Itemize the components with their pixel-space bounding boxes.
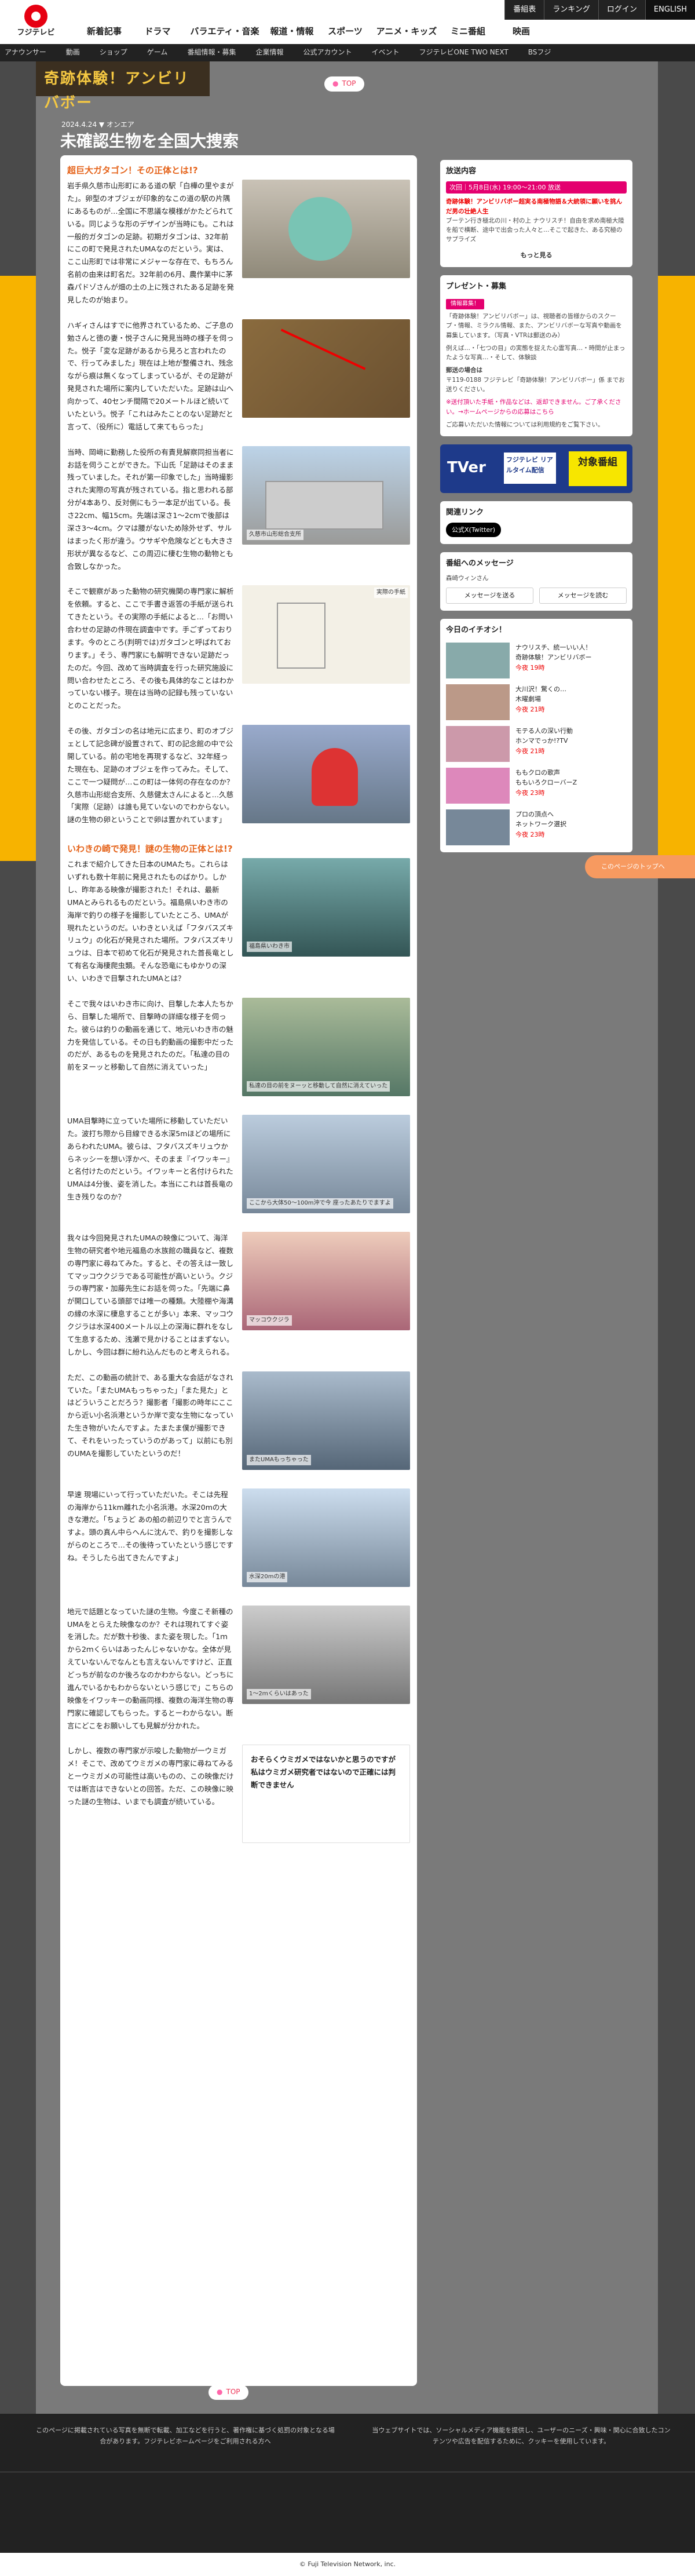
- footer-notice-right: 当ウェブサイトでは、ソーシャルメディア機能を提供し、ユーザーのニーズ・興味・関心…: [372, 2427, 671, 2445]
- article-photo: 私達の目の前をヌーッと移動して自然に消えていった: [242, 997, 410, 1096]
- subnav-item[interactable]: BSフジ: [528, 47, 551, 58]
- next-title[interactable]: 奇跡体験！アンビリバボー超実る南極物語＆大統領に願いを挑んだ男の壮絶人生: [446, 197, 627, 216]
- main-nav: 新着記事 ドラマ バラエティ・音楽 報道・情報 スポーツ アニメ・キッズ ミニ番…: [78, 24, 548, 38]
- today-pick-card: 今日のイチオシ！ ナウリスチ、統一いい人！ 奇跡体験！アンビリバボー 今夜 19時 …: [440, 619, 632, 852]
- read-message-button[interactable]: メッセージを読む: [539, 588, 627, 604]
- copyright: © Fuji Television Network, inc.: [0, 2553, 695, 2576]
- article-section: おそらくウミガメではないかと思うのですが 私はウミガメ研究者ではないので正確には…: [67, 1745, 410, 1849]
- top-link[interactable]: ● TOP: [324, 76, 364, 92]
- nav-item[interactable]: スポーツ: [319, 24, 372, 38]
- next-onair-badge: 次回｜5月8日(水) 19:00〜21:00 放送: [446, 181, 627, 194]
- article-section: 1〜2ｍくらいはあった 地元で話題となっていた謎の生物。今度こそ新種のUMAをと…: [67, 1605, 410, 1732]
- global-header: フジテレビ 番組表 ランキング ログイン ENGLISH 新着記事 ドラマ バラ…: [0, 0, 695, 44]
- program-banner[interactable]: 奇跡体験！アンビリバボー: [36, 61, 210, 112]
- nav-item[interactable]: 映画: [495, 24, 548, 38]
- related-links-card: 関連リンク 公式X(Twitter): [440, 501, 632, 545]
- article-photo: おそらくウミガメではないかと思うのですが 私はウミガメ研究者ではないので正確には…: [242, 1745, 410, 1844]
- pick-thumb: [446, 767, 510, 804]
- nav-item[interactable]: ミニ番組: [441, 24, 495, 38]
- nav-item[interactable]: 新着記事: [78, 24, 131, 38]
- pick-item[interactable]: プロの頂点へ ネットワーク選択 今夜 23時: [446, 809, 627, 845]
- article-section: 私達の目の前をヌーッと移動して自然に消えていった そこで我々はいわき市に向け、目…: [67, 997, 410, 1102]
- circle-icon: ●: [332, 79, 339, 88]
- article-body: 超巨大ガタゴン！その正体とは!? 岩手県久慈市山形町にある道の駅「白樺の里やまが…: [60, 155, 417, 2386]
- article-photo: またUMAもっちゃった: [242, 1371, 410, 1470]
- subnav-item[interactable]: 動画: [66, 47, 80, 58]
- article-photo: 実際の手紙: [242, 585, 410, 684]
- subnav-item[interactable]: アナウンサー: [5, 47, 46, 58]
- article-section: 水深20mの港 早速 現場にいって行っていただいた。そこは先程の海岸から11km…: [67, 1488, 410, 1593]
- eye-mark-icon: [24, 5, 47, 28]
- article-section: いわきの崎で発見！謎の生物の正体とは!? 福島県いわき市 これまで紹介してきた日…: [67, 842, 410, 985]
- article-photo: [242, 319, 410, 418]
- utility-bar: 番組表 ランキング ログイン ENGLISH: [504, 0, 695, 20]
- article-photo: [242, 180, 410, 278]
- apply-link[interactable]: ※送付頂いた手紙・作品などは、返却できません。ご了承ください。→ホームページから…: [446, 397, 627, 417]
- info-badge[interactable]: 情報募集！: [446, 299, 484, 310]
- ranking-link[interactable]: ランキング: [544, 0, 598, 20]
- subnav-item[interactable]: 番組情報・募集: [187, 47, 236, 58]
- sub-nav: アナウンサー 動画 ショップ ゲーム 番組情報・募集 企業情報 公式アカウント …: [0, 44, 695, 61]
- article-section: ハギィさんはすでに他界されているため、ご子息の勉さんと徳の妻・悦子さんに発見当時…: [67, 319, 410, 433]
- page-stage: 奇跡体験！アンビリバボー ● TOP 2024.4.24 ▼ オンエア 未確認生物…: [0, 61, 695, 2414]
- page-top-button[interactable]: このページのトップへ: [585, 855, 695, 878]
- x-twitter-link[interactable]: 公式X(Twitter): [446, 522, 501, 538]
- article-photo: 水深20mの港: [242, 1488, 410, 1587]
- article-section: 実際の手紙 そこで観察があった動物の研究機関の専門家に解析を依頼。すると、ここで…: [67, 585, 410, 712]
- article-section: またUMAもっちゃった ただ、この動画の統計で、ある重大な会話がなされていた。「…: [67, 1371, 410, 1476]
- present-card: プレゼント・募集 情報募集！ 「奇跡体験！アンビリバボー」は、視聴者の皆様からの…: [440, 275, 632, 437]
- global-footer: このページに掲載されている写真を無断で転載、加工などを行うと、著作権に基づく処罰…: [0, 2414, 695, 2553]
- subnav-item[interactable]: フジテレビONE TWO NEXT: [419, 47, 509, 58]
- next-broadcast-card: 放送内容 次回｜5月8日(水) 19:00〜21:00 放送 奇跡体験！アンビリ…: [440, 160, 632, 268]
- pick-thumb: [446, 684, 510, 720]
- more-button[interactable]: もっと見る: [502, 250, 571, 261]
- article-section: その後、ガタゴンの名は地元に広まり、町のオブジェとして記念碑が設置されて、町の記…: [67, 725, 410, 829]
- nav-item[interactable]: バラエティ・音楽: [184, 24, 265, 38]
- fujitv-logo[interactable]: フジテレビ: [12, 3, 60, 41]
- pick-item[interactable]: 大川沢！驚くの… 木曜劇場 今夜 21時: [446, 684, 627, 720]
- article-section: マッコウクジラ 我々は今回発見されたUMAの映像について、海洋生物の研究者や地元…: [67, 1231, 410, 1359]
- footer-notice-left: このページに掲載されている写真を無断で転載、加工などを行うと、著作権に基づく処罰…: [36, 2427, 335, 2445]
- pick-item[interactable]: ももクロの歌声 ももいろクローバーZ 今夜 23時: [446, 767, 627, 804]
- article-photo: 久慈市山形総合支所: [242, 446, 410, 545]
- pick-thumb: [446, 725, 510, 762]
- login-link[interactable]: ログイン: [598, 0, 645, 20]
- pick-item[interactable]: ナウリスチ、統一いい人！ 奇跡体験！アンビリバボー 今夜 19時: [446, 642, 627, 678]
- article-photo: ここから大体50〜100m沖で今 座ったあたりでますよ: [242, 1114, 410, 1213]
- subnav-item[interactable]: イベント: [371, 47, 399, 58]
- nav-item[interactable]: アニメ・キッズ: [372, 24, 441, 38]
- page-title: 未確認生物を全国大捜索: [60, 132, 239, 151]
- sidebar: 放送内容 次回｜5月8日(水) 19:00〜21:00 放送 奇跡体験！アンビリ…: [440, 160, 632, 1435]
- article-section: 久慈市山形総合支所 当時、岡﨑に勤務した役所の有責見解察同担当者にお話を伺うこと…: [67, 446, 410, 573]
- bottom-top-link[interactable]: ● TOP: [209, 2385, 248, 2400]
- section-heading: 超巨大ガタゴン！その正体とは!?: [67, 165, 198, 176]
- tver-logo: TVer: [447, 459, 486, 477]
- subnav-item[interactable]: 公式アカウント: [303, 47, 352, 58]
- tver-banner[interactable]: TVer フジテレビ リアルタイム配信 対象番組: [440, 444, 632, 494]
- article-section: 超巨大ガタゴン！その正体とは!? 岩手県久慈市山形町にある道の駅「白樺の里やまが…: [67, 163, 410, 307]
- send-message-button[interactable]: メッセージを送る: [446, 588, 533, 604]
- message-card: 番組へのメッセージ 森崎ウィンさん メッセージを送る メッセージを読む: [440, 552, 632, 611]
- pick-thumb: [446, 809, 510, 845]
- article-photo: マッコウクジラ: [242, 1231, 410, 1330]
- tv-guide-link[interactable]: 番組表: [504, 0, 544, 20]
- circle-icon: ●: [217, 2388, 223, 2396]
- message-anchor: 森崎ウィンさん: [446, 575, 489, 582]
- article-photo: [242, 725, 410, 824]
- nav-item[interactable]: ドラマ: [131, 24, 184, 38]
- pick-thumb: [446, 642, 510, 678]
- subnav-item[interactable]: 企業情報: [255, 47, 283, 58]
- nav-item[interactable]: 報道・情報: [265, 24, 319, 38]
- subnav-item[interactable]: ゲーム: [147, 47, 168, 58]
- article-photo: 1〜2ｍくらいはあった: [242, 1605, 410, 1704]
- article-photo: 福島県いわき市: [242, 858, 410, 957]
- subnav-item[interactable]: ショップ: [100, 47, 127, 58]
- pick-item[interactable]: モテる人の深い行動 ホンマでっか!?TV 今夜 21時: [446, 725, 627, 762]
- english-link[interactable]: ENGLISH: [645, 0, 695, 20]
- next-desc: ブーテン行き極北の川・村の上 ナウリスチ！自由を求め南極大陸を船で横断、途中で出…: [446, 217, 624, 243]
- section-heading: いわきの崎で発見！謎の生物の正体とは!?: [67, 844, 233, 855]
- article-section: ここから大体50〜100m沖で今 座ったあたりでますよ UMA目撃時に立っていた…: [67, 1114, 410, 1219]
